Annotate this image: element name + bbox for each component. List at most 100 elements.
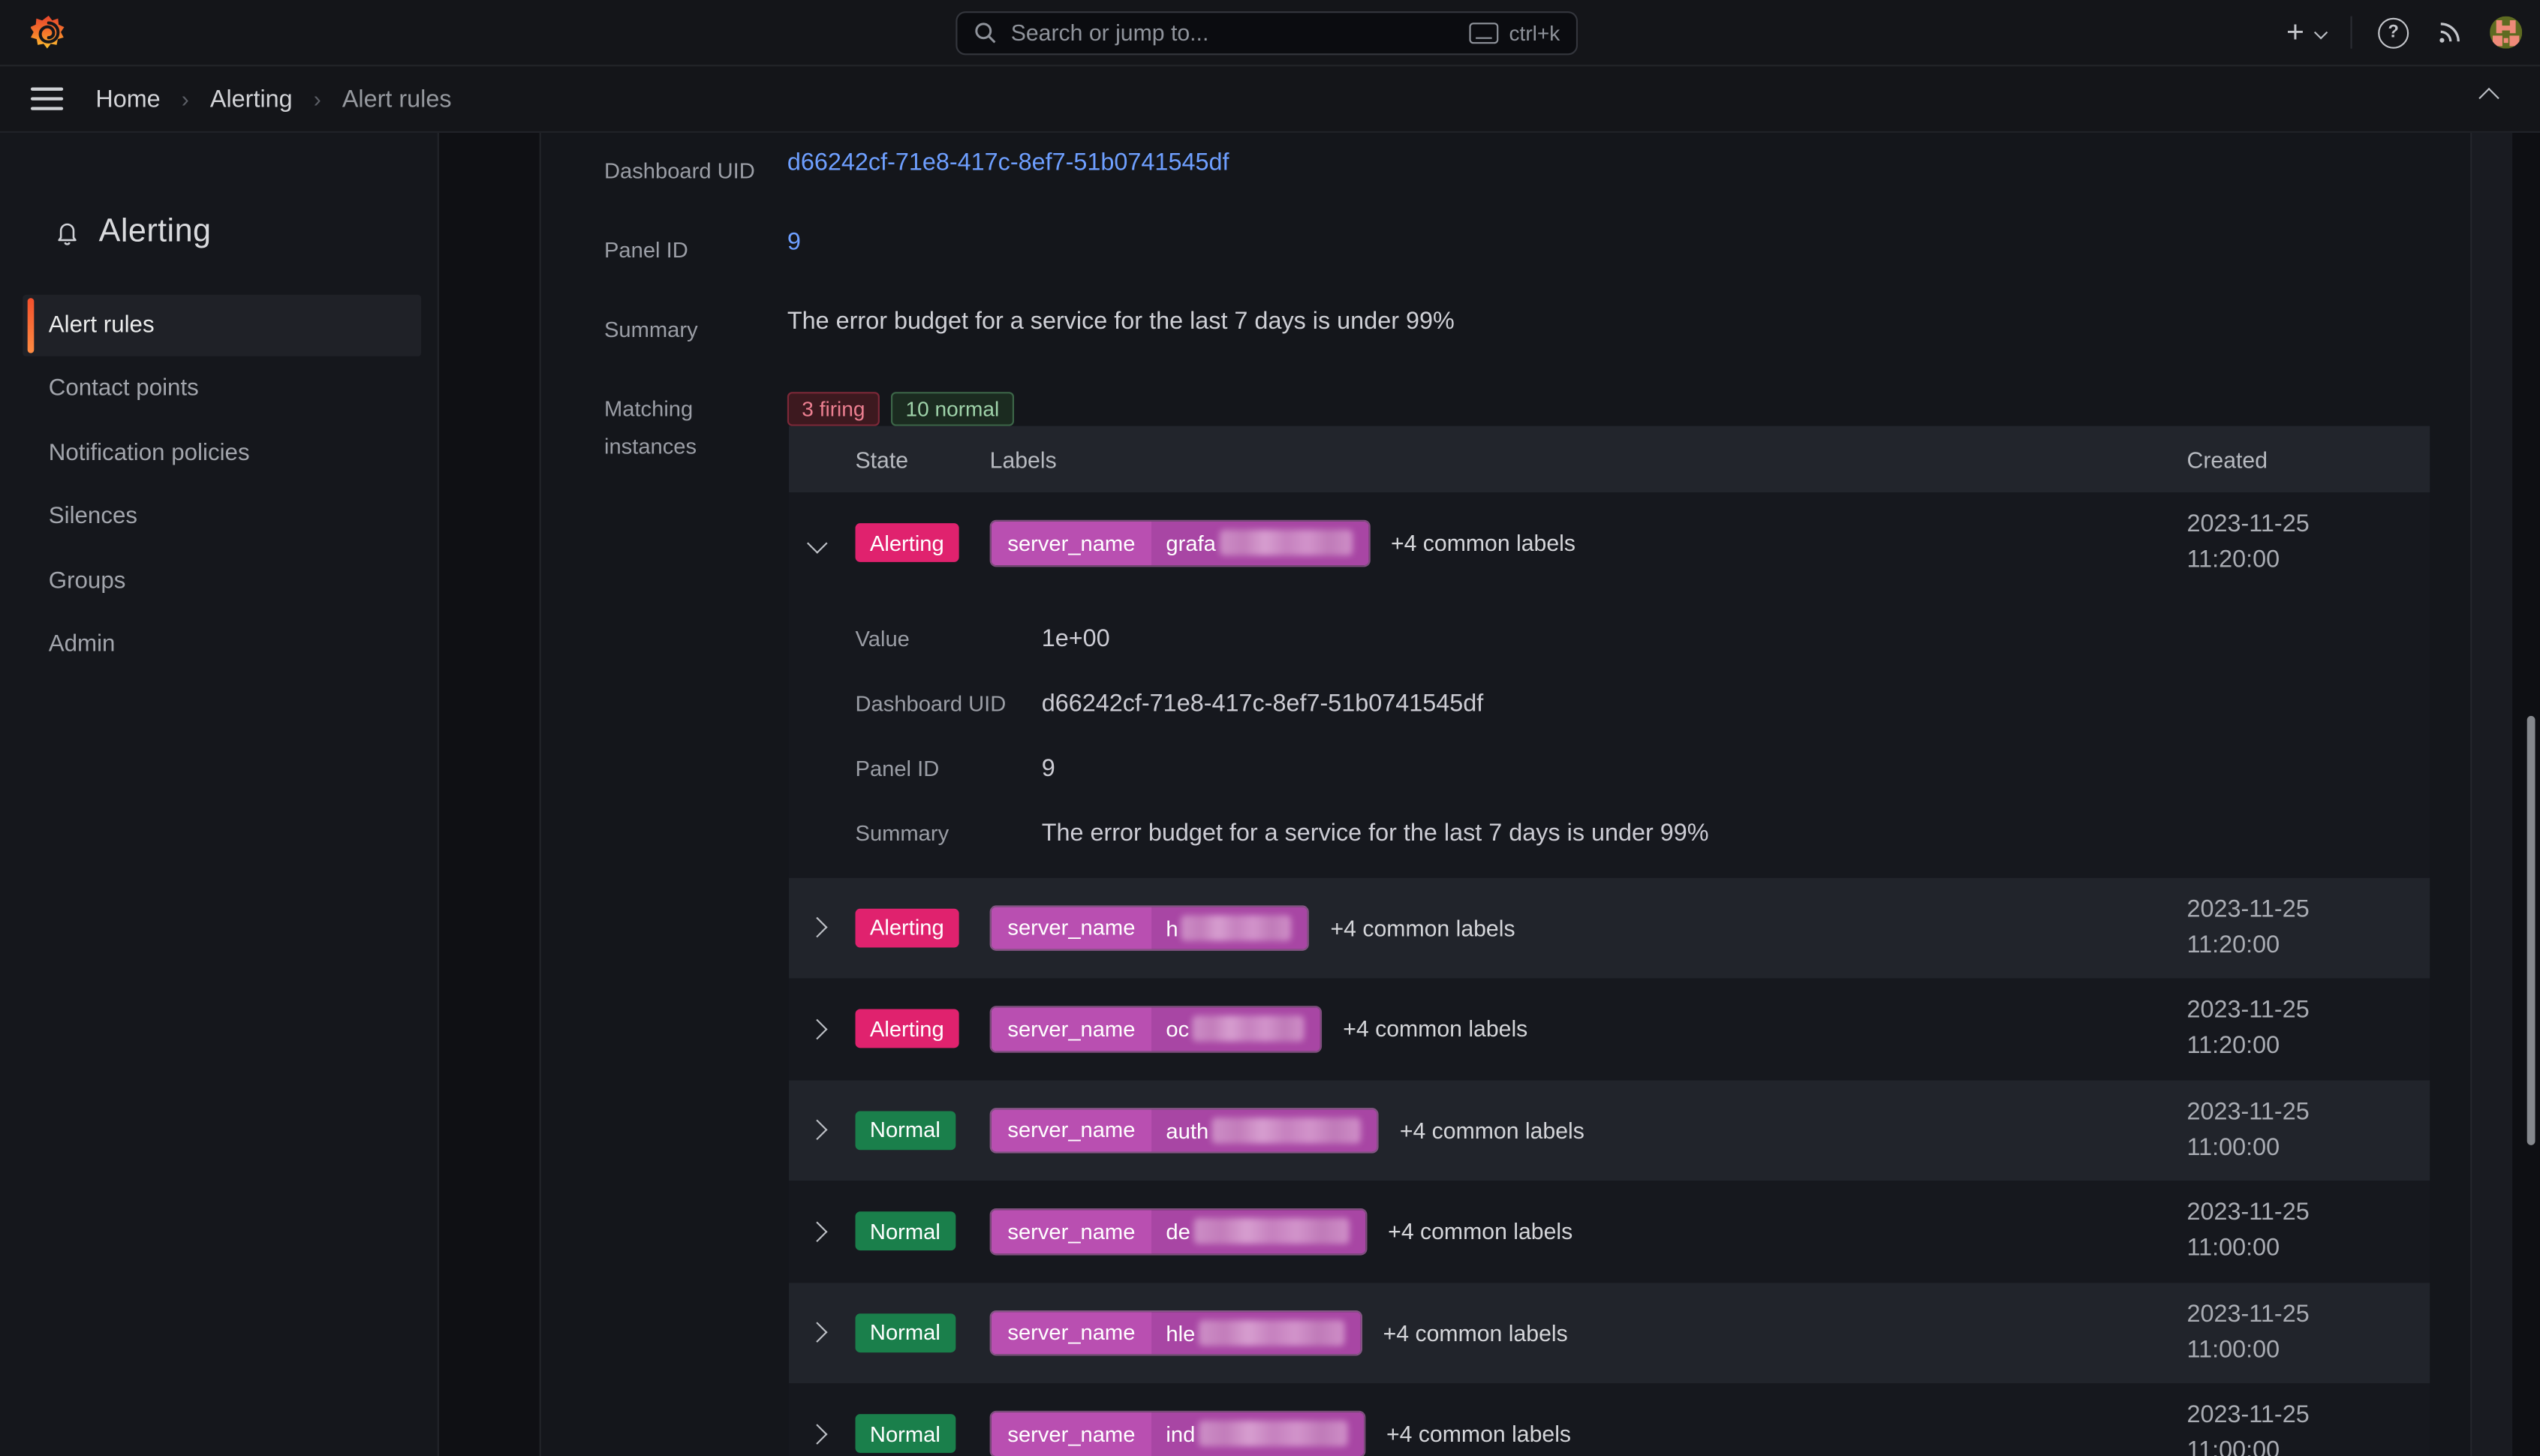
state-badge: Alerting [856,524,959,563]
table-row[interactable]: Alerting server_name oc +4 common labels… [789,979,2430,1080]
created-cell: 2023-11-2511:00:00 [2187,1297,2310,1368]
expand-row-icon[interactable] [810,1427,855,1441]
detail-panel-id: Panel ID 9 [856,736,2430,801]
expand-row-icon[interactable] [810,920,855,934]
expand-row-icon[interactable] [810,1224,855,1238]
news-rss-icon[interactable] [2435,18,2464,47]
instances-table: State Labels Created Alerting server_nam… [789,426,2430,1456]
table-row[interactable]: Normal server_name hle +4 common labels … [789,1282,2430,1383]
table-row[interactable]: Normal server_name ind +4 common labels … [789,1383,2430,1456]
redacted-value [1193,1218,1349,1244]
topbar-actions: + ? [2286,0,2522,65]
meta-summary: Summary The error budget for a service f… [604,308,2386,348]
search-input[interactable] [1007,18,1457,47]
common-labels: +4 common labels [1391,530,1575,556]
meta-label: Matching instances [604,387,766,465]
common-labels: +4 common labels [1383,1319,1568,1346]
dashboard-uid-link[interactable]: d66242cf-71e8-417c-8ef7-51b0741545df [787,149,1229,190]
header-created: Created [2187,447,2268,473]
expand-row-icon[interactable] [810,1123,855,1137]
created-cell: 2023-11-2511:00:00 [2187,1398,2310,1456]
sidebar-item-groups[interactable]: Groups [0,549,438,613]
work-area: Alerting Alert rules Contact points Noti… [0,133,2540,1456]
created-cell: 2023-11-2511:20:00 [2187,892,2310,964]
expand-row-icon[interactable] [810,1325,855,1340]
global-search[interactable]: ctrl+k [956,11,1578,54]
table-row[interactable]: Normal server_name auth +4 common labels… [789,1079,2430,1181]
breadcrumb: Home › Alerting › Alert rules [95,85,451,113]
label-pill: server_name ind [990,1411,1365,1456]
created-cell: 2023-11-2511:00:00 [2187,1094,2310,1166]
breadcrumb-home[interactable]: Home [95,85,160,113]
grafana-logo-icon[interactable] [31,14,66,50]
panel-id-link[interactable]: 9 [1042,755,1055,783]
header-state: State [856,447,990,473]
collapse-row-icon[interactable] [810,536,855,550]
detail-summary: Summary The error budget for a service f… [856,801,2430,865]
chevron-down-icon [2314,26,2327,39]
state-badge: Alerting [856,1009,959,1048]
sidebar-item-alert-rules[interactable]: Alert rules [0,293,438,357]
plus-icon: + [2286,17,2304,48]
grafana-app: ctrl+k + ? [0,0,2540,1456]
top-navbar: ctrl+k + ? [0,0,2540,66]
keyboard-icon [1469,22,1498,43]
instance-details: Value 1e+00 Dashboard UID d66242cf-71e8-… [856,594,2430,877]
header-labels: Labels [990,447,1057,473]
state-badge: Normal [856,1212,956,1251]
state-badge: Alerting [856,908,959,947]
expand-row-icon[interactable] [810,1021,855,1036]
sidebar-header: Alerting [0,133,438,251]
search-icon [974,21,996,44]
created-cell: 2023-11-2511:00:00 [2187,1196,2310,1267]
menu-toggle-icon[interactable] [31,88,63,110]
created-cell: 2023-11-2511:20:00 [2187,507,2310,579]
panel-id-link[interactable]: 9 [787,228,801,269]
scrollbar-thumb[interactable] [2527,716,2535,1145]
redacted-value [1193,1016,1305,1042]
meta-label: Dashboard UID [604,149,787,190]
meta-dashboard-uid: Dashboard UID d66242cf-71e8-417c-8ef7-51… [604,149,2386,190]
label-pill: server_name grafa [990,520,1370,567]
sidebar-nav: Alert rules Contact points Notification … [0,293,438,677]
dashboard-uid-link[interactable]: d66242cf-71e8-417c-8ef7-51b0741545df [1042,690,1484,717]
table-row[interactable]: Normal server_name de +4 common labels 2… [789,1181,2430,1282]
summary-text: The error budget for a service for the l… [787,308,1455,348]
add-menu-button[interactable]: + [2286,17,2325,48]
sidebar-item-contact-points[interactable]: Contact points [0,357,438,421]
scrollbar-track[interactable] [2512,133,2540,1456]
breadcrumb-bar: Home › Alerting › Alert rules [0,66,2540,132]
sidebar-title: Alerting [99,214,212,251]
sidebar-item-notification-policies[interactable]: Notification policies [0,421,438,485]
help-icon[interactable]: ? [2378,17,2409,48]
content-divider-right [2470,133,2472,1456]
collapse-section-button[interactable] [2481,84,2496,113]
common-labels: +4 common labels [1331,915,1515,941]
common-labels: +4 common labels [1388,1218,1572,1244]
pane-edge [2472,133,2512,1456]
redacted-value [1181,915,1292,941]
label-pill: server_name oc [990,1006,1323,1052]
meta-label: Panel ID [604,228,787,269]
created-cell: 2023-11-2511:20:00 [2187,993,2310,1064]
meta-panel-id: Panel ID 9 [604,228,2386,269]
sidebar-item-silences[interactable]: Silences [0,485,438,549]
label-pill: server_name h [990,904,1310,951]
meta-label: Summary [604,308,787,348]
state-badge: Normal [856,1313,956,1352]
firing-count-badge: 3 firing [787,392,880,426]
breadcrumb-alerting[interactable]: Alerting [210,85,293,113]
detail-dashboard-uid: Dashboard UID d66242cf-71e8-417c-8ef7-51… [856,672,2430,736]
redacted-value [1199,1319,1344,1346]
common-labels: +4 common labels [1400,1118,1584,1144]
breadcrumb-current: Alert rules [342,85,452,113]
topbar-divider [2350,17,2352,49]
user-avatar[interactable] [2490,17,2522,49]
redacted-value [1211,1118,1361,1144]
redacted-value [1219,530,1352,556]
detail-value: Value 1e+00 [856,606,2430,671]
search-shortcut: ctrl+k [1509,20,1560,44]
table-row[interactable]: Alerting server_name grafa +4 common lab… [789,492,2430,877]
sidebar-item-admin[interactable]: Admin [0,613,438,677]
table-row[interactable]: Alerting server_name h +4 common labels … [789,877,2430,979]
